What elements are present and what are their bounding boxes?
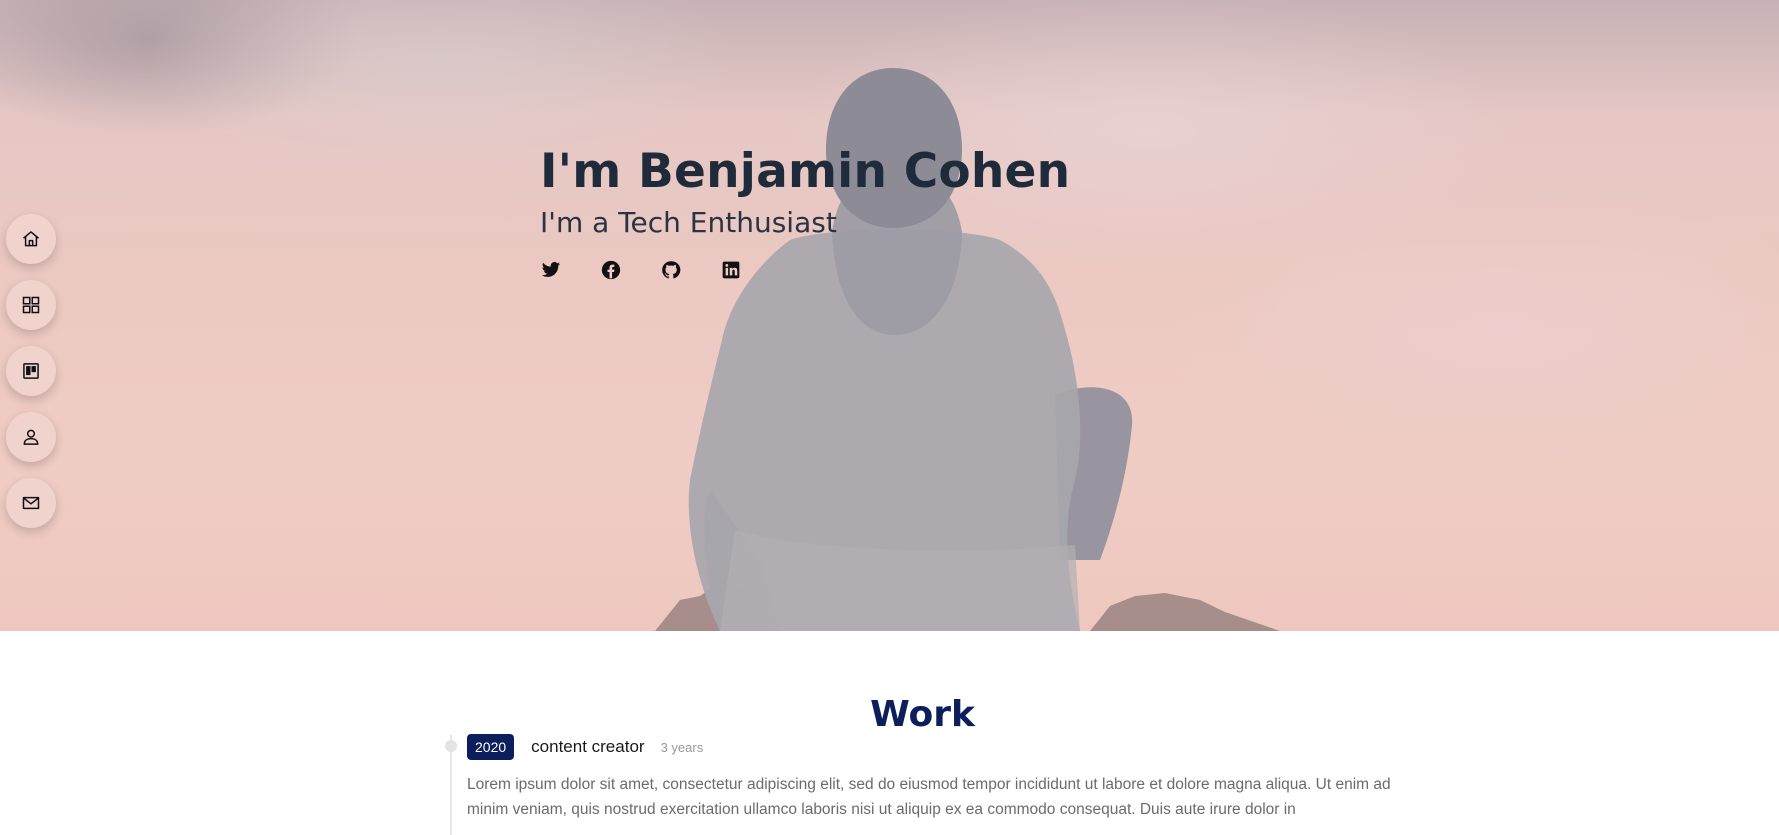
nav-portfolio-button[interactable]: [6, 280, 56, 330]
nav-home-button[interactable]: [6, 214, 56, 264]
timeline-dot: [445, 740, 457, 752]
twitter-link[interactable]: [541, 260, 561, 280]
board-icon: [23, 363, 39, 379]
grid-icon: [22, 296, 40, 314]
facebook-icon: [601, 260, 621, 280]
twitter-icon: [541, 262, 561, 277]
nav-about-button[interactable]: [6, 412, 56, 462]
hero-background-photo: [655, 68, 1280, 631]
github-icon: [662, 261, 681, 279]
entry-role: content creator: [531, 737, 645, 756]
entry-description: Lorem ipsum dolor sit amet, consectetur …: [467, 776, 1391, 818]
linkedin-icon: [722, 261, 740, 279]
user-icon: [23, 429, 39, 445]
linkedin-link[interactable]: [721, 260, 741, 280]
facebook-link[interactable]: [601, 260, 621, 280]
mail-icon: [22, 496, 40, 510]
section-title: Work: [870, 694, 975, 735]
nav-contact-button[interactable]: [6, 478, 56, 528]
timeline-entry-header: 2020 content creator 3 years: [467, 734, 703, 760]
year-badge: 2020: [467, 734, 515, 760]
work-section: Work 2020 content creator 3 years Lorem …: [0, 631, 1779, 835]
hero-content: I'm Benjamin Cohen I'm a Tech Enthusiast: [540, 143, 1070, 280]
hero-title: I'm Benjamin Cohen: [540, 144, 1071, 199]
side-navigation: [6, 214, 56, 528]
home-icon: [23, 231, 39, 247]
nav-projects-button[interactable]: [6, 346, 56, 396]
social-links: [541, 260, 1070, 280]
hero-section: I'm Benjamin Cohen I'm a Tech Enthusiast: [0, 0, 1779, 631]
entry-duration: 3 years: [660, 739, 704, 755]
github-link[interactable]: [661, 260, 681, 280]
hero-subtitle: I'm a Tech Enthusiast: [540, 206, 837, 239]
